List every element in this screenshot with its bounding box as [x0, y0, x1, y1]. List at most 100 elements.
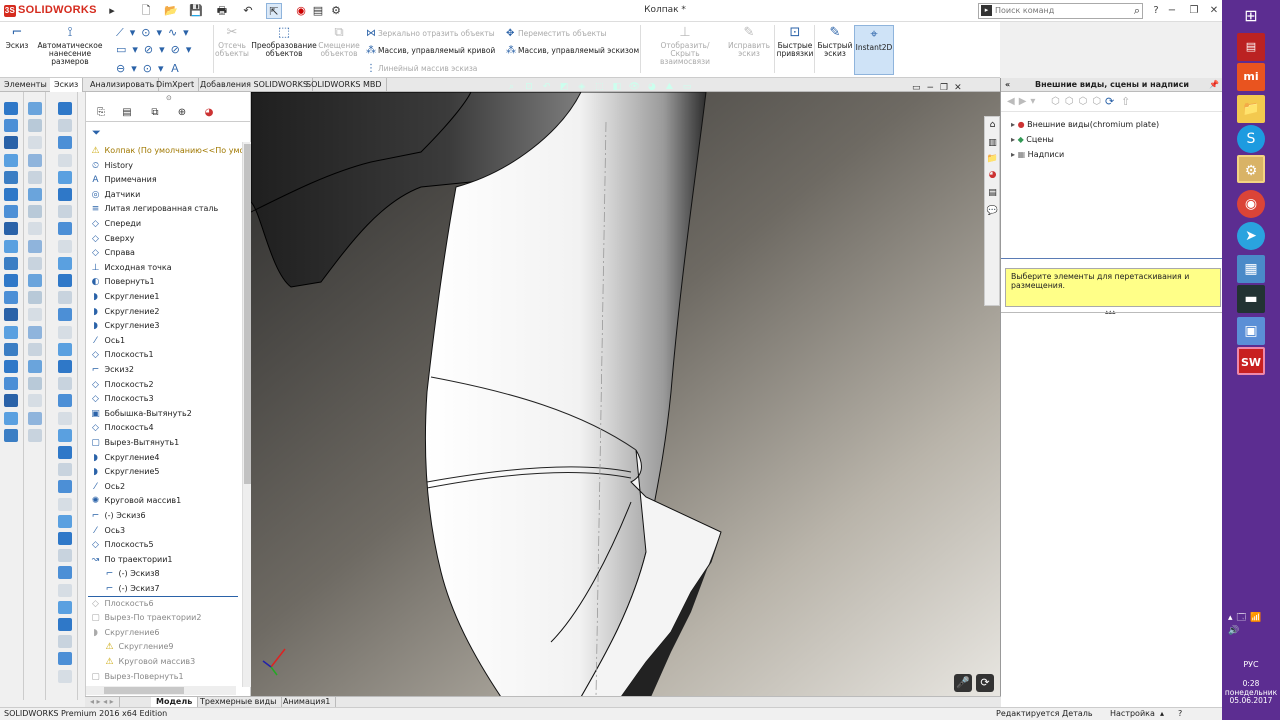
- toolbar-tool-icon[interactable]: [58, 394, 72, 408]
- toolbar-tool-icon[interactable]: [58, 428, 72, 442]
- system-clock[interactable]: 0:28 понедельник 05.06.2017: [1222, 679, 1280, 706]
- toolbar-tool-icon[interactable]: [28, 411, 42, 425]
- system-tray-icons[interactable]: ▴🗔📶🔊: [1228, 610, 1280, 636]
- search-icon[interactable]: ⌕: [1134, 4, 1140, 18]
- tree-item[interactable]: ▢ Вырез-По траектории2: [89, 611, 201, 626]
- telegram-icon[interactable]: ➤: [1237, 222, 1265, 250]
- undo-icon[interactable]: ↶: [240, 3, 256, 19]
- toolbar-tool-icon[interactable]: [58, 549, 72, 563]
- tree-item[interactable]: ◗ Скругление5: [89, 465, 159, 480]
- quick-snaps-button[interactable]: ⊡ Быстрые привязки: [776, 26, 814, 58]
- tree-scrollbar[interactable]: [242, 142, 251, 687]
- toolbar-tool-icon[interactable]: [58, 566, 72, 580]
- toolbar-tool-icon[interactable]: [28, 325, 42, 339]
- toolbar-tool-icon[interactable]: [28, 360, 42, 373]
- tree-item[interactable]: ▢ Вырез-Повернуть1: [89, 670, 183, 685]
- toolbar-tool-icon[interactable]: [28, 274, 42, 287]
- toolbar-tool-icon[interactable]: [58, 274, 72, 287]
- tree-item[interactable]: ⌐ Эскиз2: [89, 363, 134, 378]
- hide-show-items-icon[interactable]: 👁: [628, 81, 641, 94]
- property-manager-tab-icon[interactable]: ▤: [118, 106, 136, 120]
- tree-item[interactable]: ⁄ Ось3: [89, 524, 125, 539]
- tree-scrollbar-thumb[interactable]: [244, 144, 251, 484]
- tree-item[interactable]: ◇ Спереди: [89, 217, 141, 232]
- tree-item[interactable]: ◗ Скругление2: [89, 305, 159, 320]
- toolbar-tool-icon[interactable]: [58, 360, 72, 373]
- sketch-tools-row3[interactable]: ⊖▾⊙▾Ａ: [116, 60, 186, 76]
- linear-pattern-button[interactable]: ⋮ Линейный массив эскиза: [366, 63, 477, 74]
- toolbar-tool-icon[interactable]: [58, 480, 72, 494]
- tree-horizontal-scrollbar[interactable]: [86, 686, 236, 695]
- toolbar-tool-icon[interactable]: [58, 119, 72, 133]
- file-explorer-icon[interactable]: 📁: [986, 153, 999, 166]
- library-action-icons[interactable]: ⬡⬡⬡⬡: [1051, 96, 1106, 107]
- tree-item[interactable]: ↝ По траектории1: [89, 553, 173, 568]
- save-icon[interactable]: 💾: [188, 3, 204, 19]
- toolbar-tool-icon[interactable]: [4, 170, 18, 184]
- toolbar-tool-icon[interactable]: [4, 102, 18, 115]
- rebuild-icon[interactable]: ◉: [293, 3, 309, 19]
- toolbar-tool-icon[interactable]: [58, 342, 72, 356]
- winrar-icon[interactable]: ▤: [1237, 33, 1265, 61]
- tree-item[interactable]: ▣ Бобышка-Вытянуть2: [89, 407, 192, 422]
- solidworks-resources-icon[interactable]: ⌂: [986, 119, 999, 132]
- tab-features[interactable]: Элементы: [0, 78, 52, 92]
- tree-item[interactable]: ⚠ Колпак (По умолчанию<<По умолча: [89, 144, 259, 159]
- collapse-pane-icon[interactable]: «: [1005, 78, 1010, 91]
- tree-item[interactable]: ◇ Плоскость2: [89, 378, 154, 393]
- show-hide-relations-button[interactable]: ⊥ Отобразить/Скрыть взаимосвязи: [646, 26, 724, 66]
- tree-item[interactable]: ⊥ Исходная точка: [89, 261, 172, 276]
- toolbar-tool-icon[interactable]: [4, 394, 18, 408]
- sketch-tools-row2[interactable]: ▭▾⊘▾⊘▾: [116, 43, 197, 56]
- toolbar-tool-icon[interactable]: [58, 652, 72, 666]
- zoom-area-icon[interactable]: ⊡: [523, 81, 536, 94]
- smart-dimension-button[interactable]: ⟟ Автоматическое нанесение размеров: [32, 26, 108, 66]
- toolbar-tool-icon[interactable]: [4, 325, 18, 339]
- toolbar-tool-icon[interactable]: [28, 239, 42, 253]
- appearances-tab-icon[interactable]: ◕: [986, 169, 999, 182]
- search-commands-input[interactable]: ▸ Поиск команд ⌕: [978, 3, 1143, 19]
- dimxpert-manager-tab-icon[interactable]: ⊕: [173, 106, 191, 120]
- restore-icon[interactable]: ❐: [1184, 3, 1204, 19]
- toolbar-tool-icon[interactable]: [4, 205, 18, 219]
- tab-dimxpert[interactable]: DimXpert: [152, 78, 200, 92]
- trim-entities-button[interactable]: ✂ Отсечь объекты: [214, 26, 250, 58]
- mirror-entities-button[interactable]: ⋈ Зеркально отразить объекты: [366, 28, 495, 39]
- toolbar-tool-icon[interactable]: [4, 428, 18, 442]
- tree-item[interactable]: ◇ Плоскость6: [89, 597, 154, 612]
- tree-item[interactable]: ◇ Плоскость3: [89, 392, 154, 407]
- windows-start-icon[interactable]: ⊞: [1237, 2, 1265, 30]
- toolbar-tool-icon[interactable]: [58, 308, 72, 322]
- tree-item[interactable]: ◐ Повернуть1: [89, 275, 155, 290]
- tree-item[interactable]: ◇ Плоскость5: [89, 538, 154, 553]
- toolbar-tool-icon[interactable]: [28, 222, 42, 236]
- toolbar-tool-icon[interactable]: [58, 188, 72, 201]
- toolbar-tool-icon[interactable]: [28, 291, 42, 305]
- toolbar-tool-icon[interactable]: [58, 239, 72, 253]
- previous-view-icon[interactable]: ↶: [540, 81, 553, 94]
- toolbar-tool-icon[interactable]: [4, 360, 18, 373]
- toolbar-tool-icon[interactable]: [28, 170, 42, 184]
- design-library-icon[interactable]: ▥: [986, 137, 999, 150]
- zoom-to-fit-icon[interactable]: ⌕: [505, 81, 518, 94]
- help-status-icon[interactable]: ?: [1178, 708, 1182, 720]
- tree-item[interactable]: ⌐ (-) Эскиз8: [103, 567, 160, 582]
- toolbar-tool-icon[interactable]: [4, 222, 18, 236]
- move-entities-button[interactable]: ✥ Переместить объекты: [506, 28, 606, 39]
- sketch-driven-pattern-button[interactable]: ⁂ Массив, управляемый эскизом: [506, 45, 639, 56]
- tree-item[interactable]: A Примечания: [89, 173, 156, 188]
- tree-item[interactable]: ▢ Вырез-Вытянуть1: [89, 436, 179, 451]
- panel-drag-handle[interactable]: ⊙: [166, 94, 172, 102]
- select-arrow-icon[interactable]: ⇱: [266, 3, 282, 19]
- tree-item[interactable]: ⁄ Ось2: [89, 480, 125, 495]
- toolbar-tool-icon[interactable]: [58, 618, 72, 631]
- tree-item[interactable]: ◎ Датчики: [89, 188, 141, 203]
- solidworks-logo[interactable]: 3S SOLIDWORKS: [4, 4, 97, 17]
- decals-tree-item[interactable]: ▸ ▦ Надписи: [1011, 149, 1064, 161]
- tree-item[interactable]: ≡ Литая легированная сталь: [89, 202, 219, 217]
- toolbar-tool-icon[interactable]: [28, 102, 42, 115]
- tree-item[interactable]: ◇ Сверху: [89, 232, 134, 247]
- toolbar-tool-icon[interactable]: [58, 583, 72, 597]
- graphics-viewport[interactable]: 🎤 ⟳: [251, 92, 1000, 697]
- chrome-icon[interactable]: ◉: [1237, 190, 1265, 218]
